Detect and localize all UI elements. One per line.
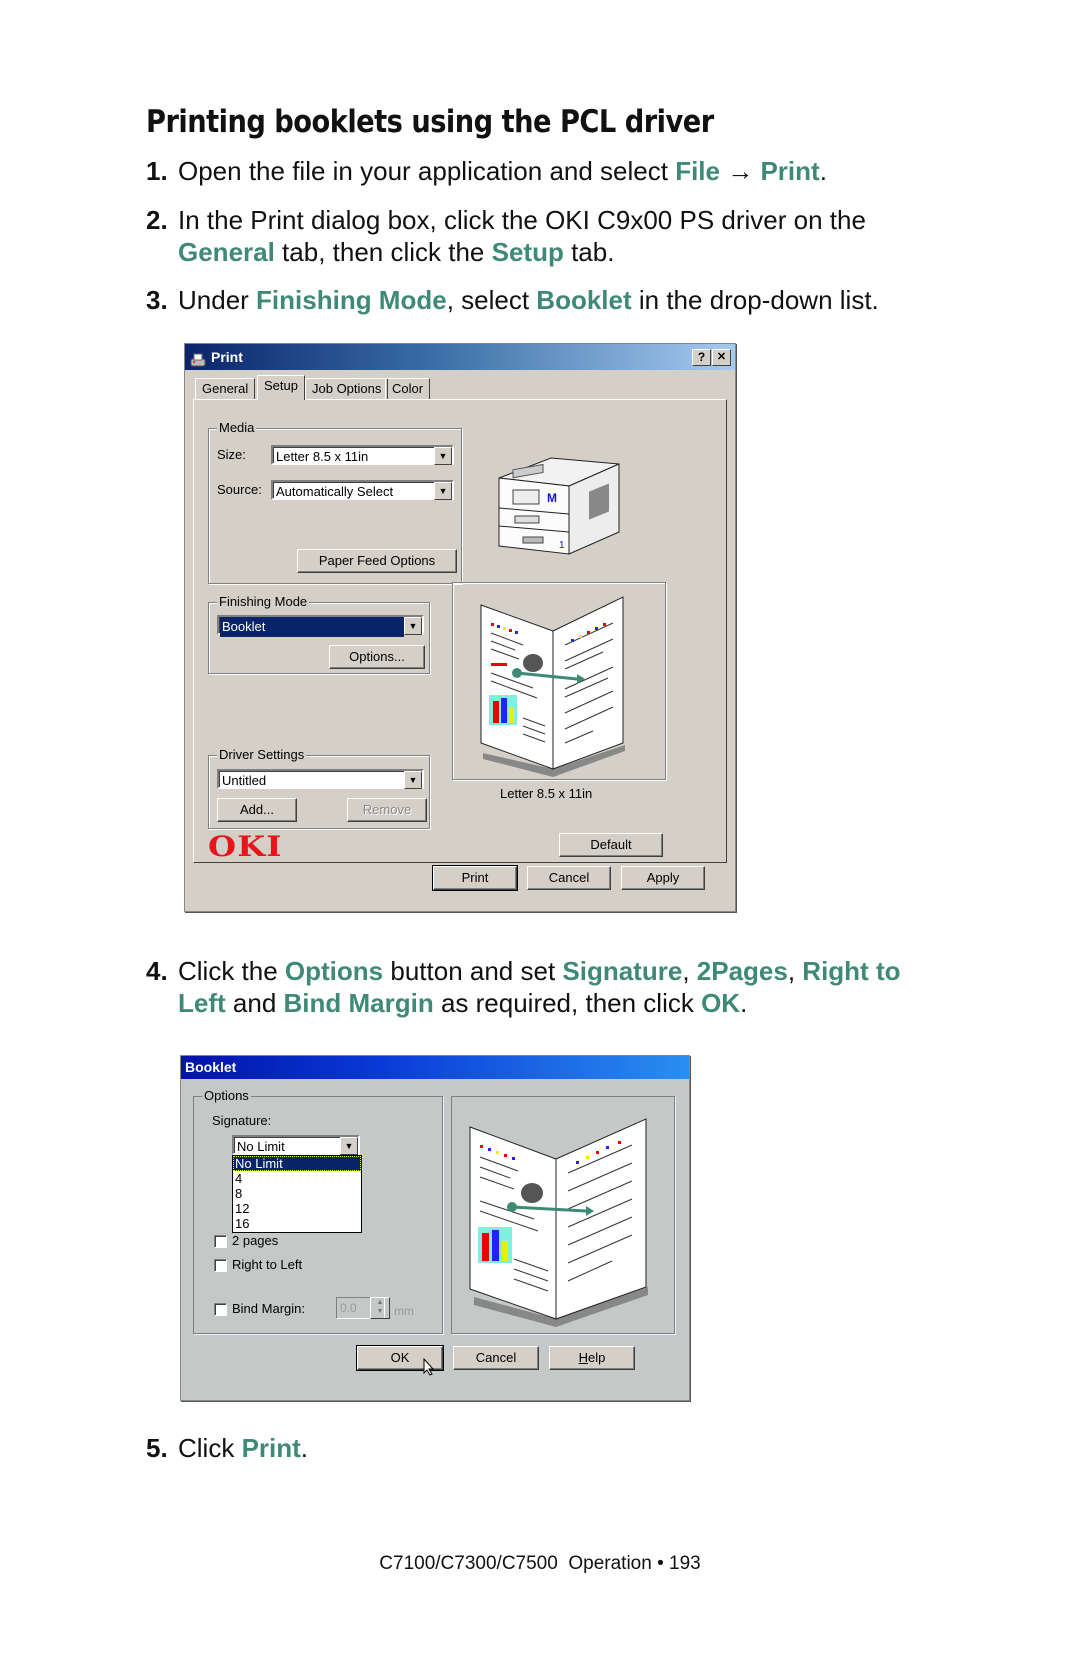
ui-term-file: File [675,156,720,186]
signature-label: Signature: [212,1113,272,1128]
finishing-mode-dropdown[interactable]: Booklet ▼ [217,615,424,637]
step-2: 2. In the Print dialog box, click the OKI… [146,205,866,235]
apply-button[interactable]: Apply [621,866,705,890]
add-button[interactable]: Add... [217,798,297,822]
preview-caption: Letter 8.5 x 11in [500,786,593,801]
signature-option[interactable]: No Limit [233,1156,361,1171]
step-number: 4. [146,956,168,986]
booklet-dialog-titlebar[interactable]: Booklet [181,1056,689,1079]
chevron-down-icon[interactable]: ▼ [434,482,452,500]
remove-button: Remove [347,798,427,822]
ui-term-finishing-mode: Finishing Mode [256,285,447,315]
signature-option[interactable]: 4 [233,1171,361,1186]
step-number: 2. [146,205,168,235]
chevron-down-icon[interactable]: ▼ [434,447,452,465]
print-dialog: Print ? ✕ General Setup Job Options Colo… [184,343,736,912]
finishing-mode-group: Finishing Mode Booklet ▼ Options... [208,594,430,674]
page-title: Printing booklets using the PCL driver [146,104,714,140]
step-3: 3. Under Finishing Mode, select Booklet i… [146,285,879,315]
media-group: Media Size: Letter 8.5 x 11in ▼ Source: … [208,420,462,584]
tab-setup[interactable]: Setup [257,375,305,400]
mouse-cursor-icon [423,1357,435,1376]
booklet-dialog-preview-image [469,1118,648,1327]
step-number: 3. [146,285,168,315]
bind-margin-label: Bind Margin: [232,1301,305,1316]
ui-term-left: Left [178,988,226,1018]
paper-feed-options-button[interactable]: Paper Feed Options [297,549,457,573]
booklet-dialog-preview [451,1096,675,1334]
ui-term-options: Options [284,956,384,986]
bind-margin-spinner: ▲ ▼ [370,1297,390,1319]
driver-settings-group: Driver Settings Untitled ▼ Add... Remove [208,747,430,829]
print-button[interactable]: Print [432,865,518,891]
step-number: 5. [146,1433,168,1463]
default-button[interactable]: Default [559,833,663,857]
printer-label-m: M [547,491,557,505]
two-pages-checkbox[interactable] [214,1235,227,1248]
booklet-options-group: Options Signature: No Limit ▼ No Limit 4… [193,1088,443,1334]
driver-settings-legend: Driver Settings [217,747,307,762]
printer-label-tray: 1 [559,540,565,551]
tab-general[interactable]: General [195,378,256,400]
booklet-preview-image [480,596,625,777]
ui-term-print: Print [760,156,820,186]
help-icon[interactable]: ? [692,349,711,366]
printer-illustration: M 1 [489,450,629,560]
size-dropdown[interactable]: Letter 8.5 x 11in ▼ [271,445,454,465]
ui-term-2pages: 2Pages [696,956,788,986]
two-pages-label: 2 pages [232,1233,279,1248]
signature-dropdown-list: No Limit 4 8 12 16 [232,1155,362,1233]
ui-term-right-to: Right to [802,956,901,986]
right-to-left-label: Right to Left [232,1257,303,1272]
finishing-mode-legend: Finishing Mode [217,594,310,609]
driver-settings-dropdown[interactable]: Untitled ▼ [217,769,424,789]
step-4-line-2: Left and Bind Margin as required, then c… [178,988,748,1018]
chevron-down-icon[interactable]: ▼ [404,617,422,635]
ui-term-signature: Signature [562,956,683,986]
page-footer: C7100/C7300/C7500 Operation • 193 [379,1553,701,1574]
booklet-dialog-title: Booklet [185,1059,237,1075]
right-to-left-checkbox[interactable] [214,1259,227,1272]
close-icon[interactable]: ✕ [712,349,731,366]
booklet-preview [452,582,666,780]
setup-tab-panel: Media Size: Letter 8.5 x 11in ▼ Source: … [193,399,727,863]
size-label: Size: [217,447,246,462]
step-4: 4. Click the Options button and set Signa… [146,956,901,986]
step-5: 5. Click Print. [146,1433,309,1463]
oki-logo: OKI [208,830,283,863]
step-1: 1. Open the file in your application and … [146,156,827,186]
booklet-cancel-button[interactable]: Cancel [453,1346,539,1370]
signature-option[interactable]: 8 [233,1186,361,1201]
signature-option[interactable]: 12 [233,1201,361,1216]
chevron-down-icon[interactable]: ▼ [340,1137,358,1155]
source-dropdown[interactable]: Automatically Select ▼ [271,480,454,500]
tab-color[interactable]: Color [385,378,431,400]
ui-term-setup: Setup [491,237,564,267]
ui-term-general: General [178,237,275,267]
chevron-down-icon[interactable]: ▼ [404,771,422,789]
print-dialog-title: Print [211,349,243,365]
printer-icon [190,349,206,367]
print-dialog-titlebar[interactable]: Print ? ✕ [185,344,735,370]
options-legend: Options [202,1088,251,1103]
source-label: Source: [217,482,262,497]
ui-term-booklet: Booklet [536,285,632,315]
step-2-line-2: General tab, then click the Setup tab. [178,237,615,267]
options-button[interactable]: Options... [329,645,425,669]
cancel-button[interactable]: Cancel [527,866,611,890]
tab-job-options[interactable]: Job Options [305,378,389,400]
signature-dropdown[interactable]: No Limit ▼ [232,1135,360,1155]
ui-term-bind-margin: Bind Margin [283,988,434,1018]
help-button[interactable]: Help [549,1346,635,1370]
booklet-dialog: Booklet Options Signature: No Limit ▼ No… [180,1055,690,1401]
bind-margin-unit: mm [394,1304,414,1318]
step-number: 1. [146,156,168,186]
bind-margin-checkbox[interactable] [214,1303,227,1316]
signature-option[interactable]: 16 [233,1216,361,1231]
media-legend: Media [217,420,257,435]
ui-term-print: Print [241,1433,301,1463]
ui-term-ok: OK [701,988,741,1018]
